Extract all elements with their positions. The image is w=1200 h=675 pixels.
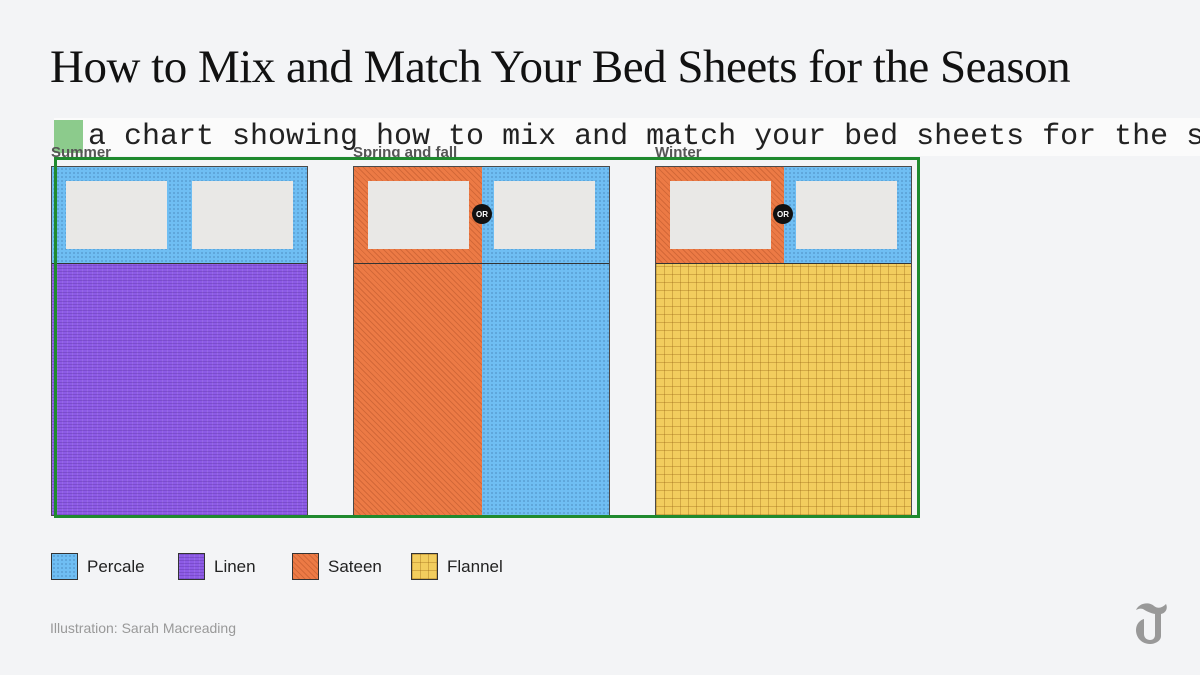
swatch-linen xyxy=(178,553,205,580)
swatch-sateen xyxy=(292,553,319,580)
pillow-right xyxy=(494,181,595,249)
sheet-linen xyxy=(52,264,307,515)
season-label-summer: Summer xyxy=(51,144,112,161)
legend-label: Percale xyxy=(87,556,145,576)
nyt-t-logo-icon xyxy=(1136,603,1167,644)
pillow-left xyxy=(368,181,469,249)
season-label-winter: Winter xyxy=(655,144,702,161)
swatch-flannel xyxy=(411,553,438,580)
legend-item-sateen: Sateen xyxy=(292,553,382,580)
pillow-right xyxy=(796,181,897,249)
pillow-left xyxy=(66,181,167,249)
legend-label: Linen xyxy=(214,556,256,576)
legend-item-linen: Linen xyxy=(178,553,256,580)
or-badge-winter: OR xyxy=(773,204,793,224)
headboard-percale xyxy=(52,167,307,264)
or-badge-spring-fall: OR xyxy=(472,204,492,224)
bed-summer xyxy=(51,166,308,516)
pillow-left xyxy=(670,181,771,249)
sheet-flannel xyxy=(656,264,911,515)
page-title: How to Mix and Match Your Bed Sheets for… xyxy=(50,41,1071,93)
pillow-right xyxy=(192,181,293,249)
illustration-credit: Illustration: Sarah Macreading xyxy=(50,620,236,636)
legend-label: Flannel xyxy=(447,556,503,576)
season-label-spring-fall: Spring and fall xyxy=(353,144,458,161)
legend-item-percale: Percale xyxy=(51,553,145,580)
swatch-percale xyxy=(51,553,78,580)
caption-text: a chart showing how to mix and match you… xyxy=(88,120,1200,154)
legend-label: Sateen xyxy=(328,556,382,576)
caption-bar: a chart showing how to mix and match you… xyxy=(54,118,1200,156)
legend-item-flannel: Flannel xyxy=(411,553,503,580)
